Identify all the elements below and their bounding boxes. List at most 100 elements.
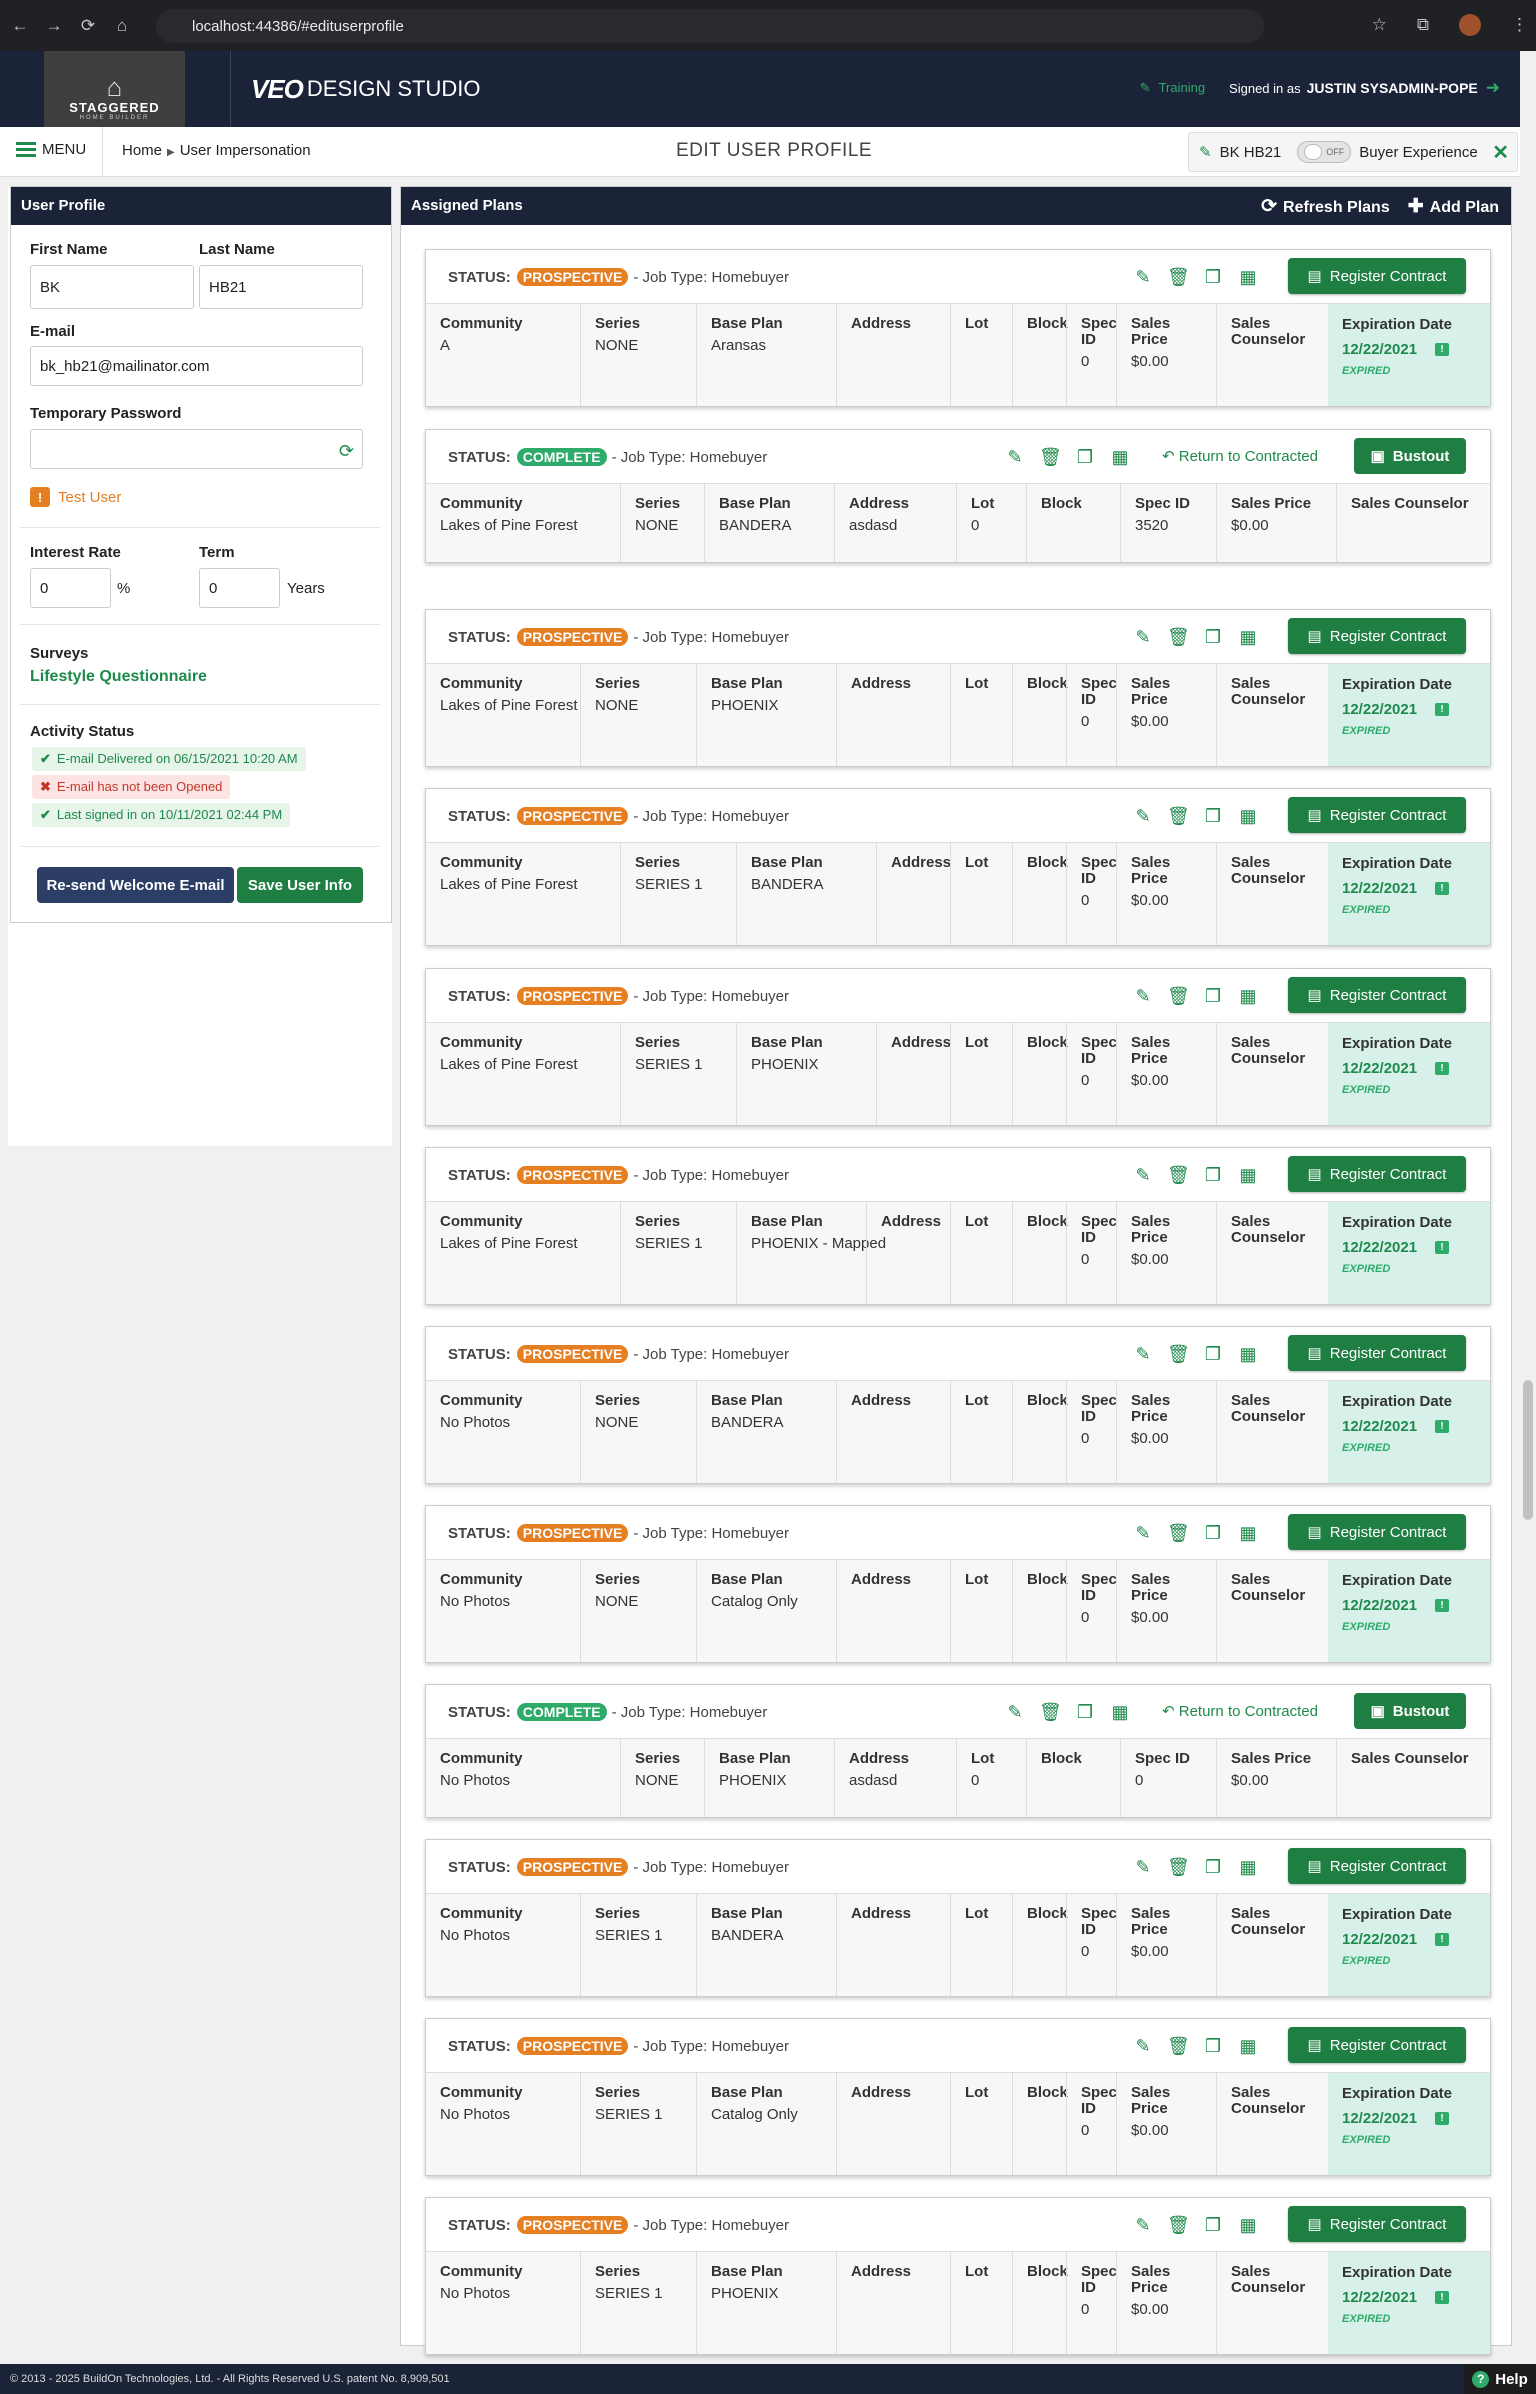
- register-contract-button[interactable]: ▤ Register Contract: [1288, 1848, 1466, 1884]
- reload-icon[interactable]: ⟳: [74, 16, 102, 36]
- back-icon[interactable]: ←: [6, 16, 34, 36]
- temp-password-input[interactable]: ⟳: [30, 429, 363, 469]
- trash-icon[interactable]: 🗑: [1167, 627, 1190, 648]
- menu-button[interactable]: MENU: [16, 141, 86, 158]
- register-contract-button[interactable]: ▤ Register Contract: [1288, 1514, 1466, 1550]
- breadcrumb-home[interactable]: Home: [122, 142, 162, 159]
- edit-icon[interactable]: ✎: [1132, 986, 1154, 1007]
- extensions-icon[interactable]: ⧉: [1417, 15, 1429, 35]
- pencil-icon: ✎: [1199, 144, 1212, 161]
- logout-icon[interactable]: ➜: [1486, 78, 1500, 98]
- register-contract-button[interactable]: ▤ Register Contract: [1288, 797, 1466, 833]
- table-icon[interactable]: ▦: [1109, 1702, 1131, 1723]
- table-icon[interactable]: ▦: [1237, 627, 1259, 648]
- trash-icon[interactable]: 🗑: [1039, 447, 1062, 468]
- refresh-plans-button[interactable]: ⟳ Refresh Plans: [1261, 195, 1390, 218]
- edit-icon[interactable]: ✎: [1132, 627, 1154, 648]
- field-header: Block: [1027, 1571, 1068, 1588]
- resend-welcome-email-button[interactable]: Re-send Welcome E-mail: [37, 867, 234, 903]
- register-contract-button[interactable]: ▤ Register Contract: [1288, 1156, 1466, 1192]
- bustout-button[interactable]: ▣ Bustout: [1354, 1693, 1466, 1729]
- trash-icon[interactable]: 🗑: [1167, 1165, 1190, 1186]
- first-name-input[interactable]: BK: [30, 265, 194, 309]
- register-contract-button[interactable]: ▤ Register Contract: [1288, 1335, 1466, 1371]
- register-contract-button[interactable]: ▤ Register Contract: [1288, 2027, 1466, 2063]
- trash-icon[interactable]: 🗑: [1167, 806, 1190, 827]
- table-icon[interactable]: ▦: [1237, 267, 1259, 288]
- edit-icon[interactable]: ✎: [1004, 1702, 1026, 1723]
- table-icon[interactable]: ▦: [1237, 1523, 1259, 1544]
- kebab-menu-icon[interactable]: ⋮: [1511, 15, 1528, 35]
- table-icon[interactable]: ▦: [1109, 447, 1131, 468]
- forward-icon[interactable]: →: [40, 16, 68, 36]
- copy-icon[interactable]: ❐: [1202, 1344, 1224, 1365]
- copy-icon[interactable]: ❐: [1202, 267, 1224, 288]
- avatar[interactable]: [1459, 14, 1481, 36]
- add-plan-button[interactable]: ✚ Add Plan: [1408, 195, 1499, 218]
- edit-icon[interactable]: ✎: [1004, 447, 1026, 468]
- table-icon[interactable]: ▦: [1237, 1344, 1259, 1365]
- return-to-contracted-button[interactable]: ↶ Return to Contracted: [1162, 1702, 1318, 1720]
- edit-icon[interactable]: ✎: [1132, 2215, 1154, 2236]
- address-bar[interactable]: localhost:44386/#edituserprofile: [156, 9, 1264, 43]
- copy-icon[interactable]: ❐: [1202, 986, 1224, 1007]
- edit-icon[interactable]: ✎: [1132, 1165, 1154, 1186]
- table-icon[interactable]: ▦: [1237, 2215, 1259, 2236]
- table-icon[interactable]: ▦: [1237, 2036, 1259, 2057]
- table-icon[interactable]: ▦: [1237, 1857, 1259, 1878]
- table-icon[interactable]: ▦: [1237, 986, 1259, 1007]
- trash-icon[interactable]: 🗑: [1167, 986, 1190, 1007]
- trash-icon[interactable]: 🗑: [1167, 267, 1190, 288]
- copy-icon[interactable]: ❐: [1202, 2215, 1224, 2236]
- buyer-experience-toggle[interactable]: OFF: [1297, 141, 1352, 163]
- edit-icon[interactable]: ✎: [1132, 1344, 1154, 1365]
- help-button[interactable]: ? Help: [1464, 2364, 1536, 2394]
- trash-icon[interactable]: 🗑: [1167, 1857, 1190, 1878]
- field-header: Spec ID: [1135, 1750, 1191, 1767]
- copy-icon[interactable]: ❐: [1202, 1165, 1224, 1186]
- scrollbar[interactable]: [1520, 51, 1536, 2364]
- copy-icon[interactable]: ❐: [1202, 1523, 1224, 1544]
- register-contract-button[interactable]: ▤ Register Contract: [1288, 2206, 1466, 2242]
- register-contract-button[interactable]: ▤ Register Contract: [1288, 977, 1466, 1013]
- edit-icon[interactable]: ✎: [1132, 2036, 1154, 2057]
- copy-icon[interactable]: ❐: [1202, 1857, 1224, 1878]
- email-input[interactable]: bk_hb21@mailinator.com: [30, 346, 363, 386]
- table-icon[interactable]: ▦: [1237, 1165, 1259, 1186]
- save-user-info-button[interactable]: Save User Info: [237, 867, 363, 903]
- interest-rate-input[interactable]: 0: [30, 568, 111, 608]
- register-contract-button[interactable]: ▤ Register Contract: [1288, 258, 1466, 294]
- builder-logo[interactable]: ⌂ STAGGERED HOME BUILDER: [44, 51, 185, 127]
- copy-icon[interactable]: ❐: [1074, 447, 1096, 468]
- plan-field-base: Base Plan BANDERA: [696, 1894, 836, 1996]
- copy-icon[interactable]: ❐: [1202, 627, 1224, 648]
- field-value: SERIES 1: [635, 876, 703, 893]
- trash-icon[interactable]: 🗑: [1167, 1344, 1190, 1365]
- scrollbar-thumb[interactable]: [1523, 1380, 1533, 1520]
- return-to-contracted-button[interactable]: ↶ Return to Contracted: [1162, 447, 1318, 465]
- trash-icon[interactable]: 🗑: [1167, 2215, 1190, 2236]
- generate-password-icon[interactable]: ⟳: [339, 441, 354, 462]
- edit-icon[interactable]: ✎: [1132, 267, 1154, 288]
- copy-icon[interactable]: ❐: [1202, 806, 1224, 827]
- edit-icon[interactable]: ✎: [1132, 1523, 1154, 1544]
- term-input[interactable]: 0: [199, 568, 280, 608]
- close-icon[interactable]: ✕: [1492, 140, 1509, 165]
- trash-icon[interactable]: 🗑: [1039, 1702, 1062, 1723]
- register-contract-button[interactable]: ▤ Register Contract: [1288, 618, 1466, 654]
- table-icon[interactable]: ▦: [1237, 806, 1259, 827]
- last-name-input[interactable]: HB21: [199, 265, 363, 309]
- survey-link[interactable]: Lifestyle Questionnaire: [30, 668, 207, 686]
- bustout-button[interactable]: ▣ Bustout: [1354, 438, 1466, 474]
- trash-icon[interactable]: 🗑: [1167, 2036, 1190, 2057]
- edit-icon[interactable]: ✎: [1132, 806, 1154, 827]
- star-icon[interactable]: ☆: [1372, 15, 1387, 35]
- copy-icon[interactable]: ❐: [1074, 1702, 1096, 1723]
- home-icon[interactable]: ⌂: [108, 16, 136, 36]
- plan-field-community: Community No Photos: [426, 1894, 580, 1996]
- edit-icon[interactable]: ✎: [1132, 1857, 1154, 1878]
- copy-icon[interactable]: ❐: [1202, 2036, 1224, 2057]
- trash-icon[interactable]: 🗑: [1167, 1523, 1190, 1544]
- status-badge: PROSPECTIVE: [516, 2216, 629, 2234]
- training-link[interactable]: ✎ Training: [1140, 80, 1205, 96]
